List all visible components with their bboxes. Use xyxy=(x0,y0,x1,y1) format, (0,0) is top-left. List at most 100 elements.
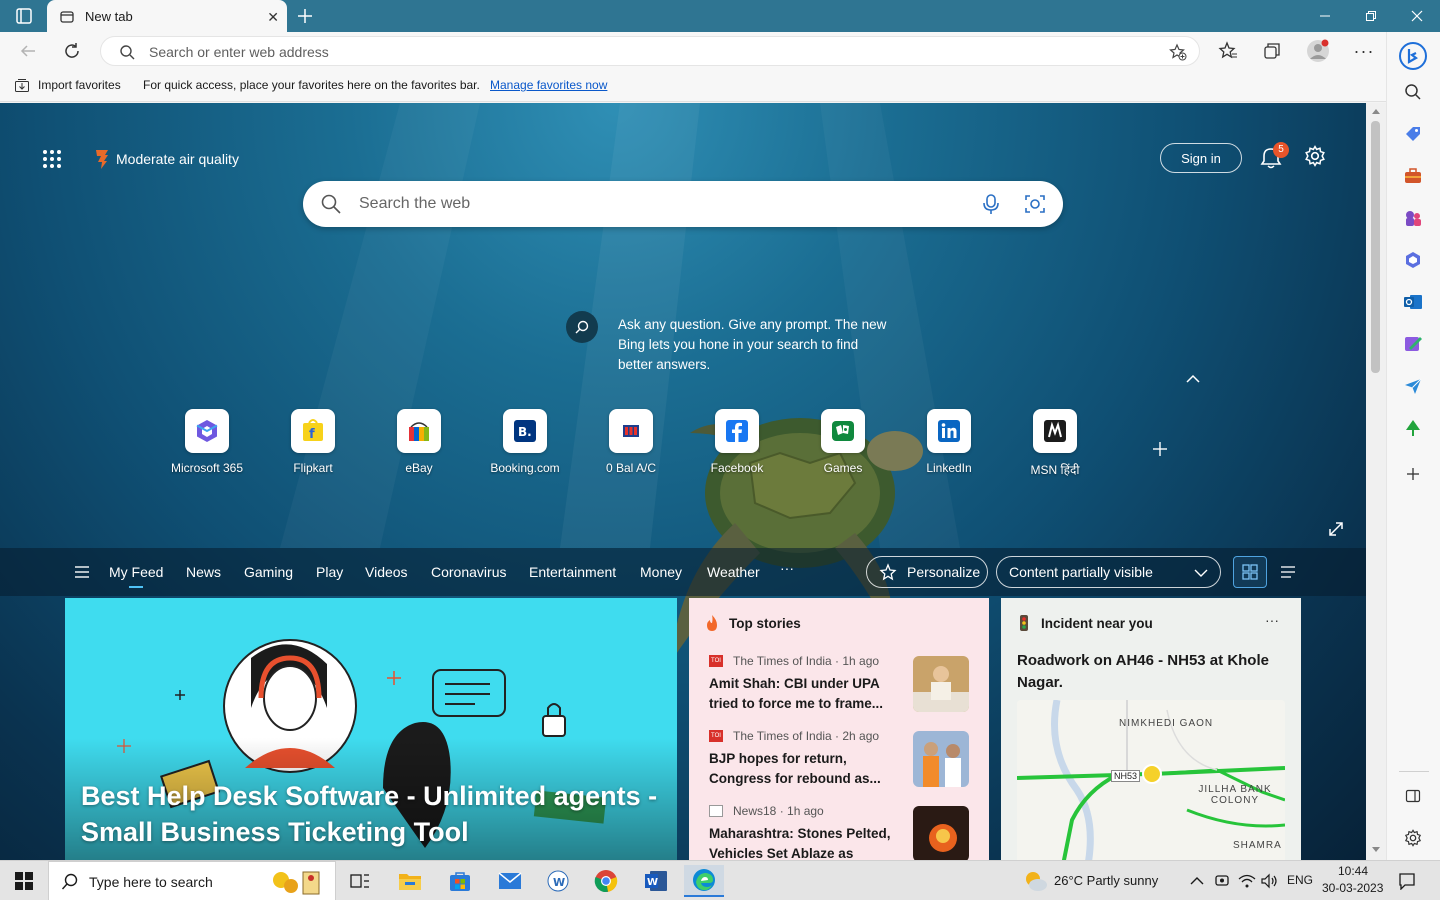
scroll-up-icon[interactable] xyxy=(1372,108,1380,114)
taskbar-date[interactable]: 30-03-2023 xyxy=(1322,881,1383,895)
minimize-button[interactable] xyxy=(1302,0,1348,32)
tree-icon[interactable] xyxy=(1401,416,1425,440)
shopping-tag-icon[interactable] xyxy=(1401,122,1425,146)
air-quality-label[interactable]: Moderate air quality xyxy=(116,151,239,167)
microsoft-store-icon[interactable] xyxy=(440,865,480,897)
quick-link-linkedin[interactable]: LinkedIn xyxy=(896,409,1002,475)
designer-icon[interactable] xyxy=(1401,332,1425,356)
hero-ad-card[interactable]: Best Help Desk Software - Unlimited agen… xyxy=(65,598,677,860)
web-search-box[interactable]: Search the web xyxy=(303,181,1063,227)
scrollbar-thumb[interactable] xyxy=(1371,121,1380,373)
quick-link-zero-balance-account[interactable]: 0 Bal A/C xyxy=(578,409,684,475)
add-sidebar-app-icon[interactable] xyxy=(1401,462,1425,486)
show-hidden-icons-chevron-up-icon[interactable] xyxy=(1190,876,1204,886)
incident-title[interactable]: Roadwork on AH46 - NH53 at Khole Nagar. xyxy=(1017,650,1287,694)
close-tab-icon[interactable]: ✕ xyxy=(267,9,279,26)
feed-tab-weather[interactable]: Weather xyxy=(707,564,760,580)
feed-tab-money[interactable]: Money xyxy=(640,564,682,580)
back-icon[interactable] xyxy=(16,39,40,63)
file-explorer-icon[interactable] xyxy=(390,865,430,897)
manage-favorites-link[interactable]: Manage favorites now xyxy=(490,78,607,92)
volume-icon[interactable] xyxy=(1260,873,1278,889)
story-headline[interactable]: Maharashtra: Stones Pelted, Vehicles Set… xyxy=(709,824,895,860)
incident-card[interactable]: Incident near you ··· Roadwork on AH46 -… xyxy=(1001,598,1301,860)
refresh-icon[interactable] xyxy=(60,39,84,63)
quick-link-microsoft365[interactable]: Microsoft 365 xyxy=(154,409,260,475)
tab-new-tab[interactable]: New tab ✕ xyxy=(47,0,287,33)
hero-card-title[interactable]: Best Help Desk Software - Unlimited agen… xyxy=(81,778,671,850)
chrome-icon[interactable] xyxy=(586,865,626,897)
incident-more-button[interactable]: ··· xyxy=(1265,612,1279,628)
taskbar-time[interactable]: 10:44 xyxy=(1338,864,1368,878)
add-favorite-icon[interactable] xyxy=(1169,43,1187,61)
quick-link-booking[interactable]: B. Booking.com xyxy=(472,409,578,475)
task-view-icon[interactable] xyxy=(340,865,380,897)
bing-chat-icon[interactable] xyxy=(1397,40,1429,72)
microsoft365-icon[interactable] xyxy=(1401,248,1425,272)
taskbar-language[interactable]: ENG xyxy=(1287,873,1313,887)
feed-tab-play[interactable]: Play xyxy=(316,564,343,580)
story-item[interactable]: News18 · 1h ago Maharashtra: Stones Pelt… xyxy=(709,804,979,860)
expand-background-icon[interactable] xyxy=(1328,521,1344,542)
feed-tab-my-feed[interactable]: My Feed xyxy=(109,564,163,588)
list-view-icon[interactable] xyxy=(1280,565,1296,582)
feed-menu-icon[interactable] xyxy=(74,565,90,582)
personalize-button[interactable]: Personalize xyxy=(866,556,988,588)
collapse-chevron-up-icon[interactable] xyxy=(1186,371,1200,389)
story-headline[interactable]: Amit Shah: CBI under UPA tried to force … xyxy=(709,674,895,714)
incident-map[interactable]: NIMKHEDI GAON NH53 JILLHA BANK COLONY SH… xyxy=(1017,700,1285,860)
import-favorites-icon[interactable] xyxy=(14,78,30,94)
collections-icon[interactable] xyxy=(1260,39,1284,63)
wordpad-icon[interactable]: W xyxy=(538,865,578,897)
sign-in-button[interactable]: Sign in xyxy=(1160,143,1242,173)
notifications-bell-icon[interactable]: 5 xyxy=(1260,142,1289,170)
mail-icon[interactable] xyxy=(490,865,530,897)
quick-link-flipkart[interactable]: f Flipkart xyxy=(260,409,366,475)
hide-sidebar-icon[interactable] xyxy=(1401,784,1425,808)
grid-view-icon[interactable] xyxy=(1233,556,1267,588)
close-window-button[interactable] xyxy=(1394,0,1440,32)
edge-icon[interactable] xyxy=(684,865,724,897)
feed-more-button[interactable]: ··· xyxy=(780,560,794,576)
import-favorites-link[interactable]: Import favorites xyxy=(38,78,121,92)
games-icon[interactable] xyxy=(1401,206,1425,230)
tools-icon[interactable] xyxy=(1401,164,1425,188)
page-settings-icon[interactable] xyxy=(1304,144,1326,172)
taskbar-search-box[interactable]: Type here to search xyxy=(48,861,336,900)
new-tab-icon[interactable] xyxy=(295,6,315,26)
apps-launcher-icon[interactable] xyxy=(42,149,62,169)
send-icon[interactable] xyxy=(1401,374,1425,398)
feed-tab-videos[interactable]: Videos xyxy=(365,564,408,580)
story-headline[interactable]: BJP hopes for return, Congress for rebou… xyxy=(709,749,895,789)
quick-link-msn-hindi[interactable]: MSN हिंदी xyxy=(1002,409,1108,478)
feed-tab-gaming[interactable]: Gaming xyxy=(244,564,293,580)
feed-tab-entertainment[interactable]: Entertainment xyxy=(529,564,616,580)
tab-actions-icon[interactable] xyxy=(14,6,34,26)
content-visibility-dropdown[interactable]: Content partially visible xyxy=(996,556,1221,588)
scroll-down-icon[interactable] xyxy=(1372,847,1380,853)
microphone-icon[interactable] xyxy=(981,193,1001,215)
quick-link-facebook[interactable]: Facebook xyxy=(684,409,790,475)
quick-link-games[interactable]: Games xyxy=(790,409,896,475)
profile-avatar[interactable] xyxy=(1306,39,1330,63)
word-icon[interactable]: W xyxy=(636,865,676,897)
story-item[interactable]: TOI The Times of India · 2h ago BJP hopes… xyxy=(709,729,979,789)
bing-search-icon[interactable] xyxy=(566,311,598,343)
search-icon[interactable] xyxy=(1401,80,1425,104)
address-bar[interactable]: Search or enter web address xyxy=(100,36,1200,66)
quick-link-ebay[interactable]: eBay xyxy=(366,409,472,475)
meet-now-icon[interactable] xyxy=(1214,873,1230,889)
feed-tab-coronavirus[interactable]: Coronavirus xyxy=(431,564,506,580)
settings-more-icon[interactable]: ··· xyxy=(1352,39,1376,63)
feed-tab-news[interactable]: News xyxy=(186,564,221,580)
taskbar-weather[interactable]: 26°C Partly sunny xyxy=(1054,873,1158,888)
outlook-icon[interactable] xyxy=(1401,290,1425,314)
favorites-icon[interactable] xyxy=(1216,39,1240,63)
add-quick-link-icon[interactable] xyxy=(1152,441,1168,462)
restore-button[interactable] xyxy=(1348,0,1394,32)
page-scrollbar[interactable] xyxy=(1366,103,1386,860)
visual-search-icon[interactable] xyxy=(1024,193,1046,215)
sidebar-settings-icon[interactable] xyxy=(1401,826,1425,850)
notification-center-icon[interactable] xyxy=(1398,872,1416,890)
windows-start-icon[interactable] xyxy=(4,865,44,897)
